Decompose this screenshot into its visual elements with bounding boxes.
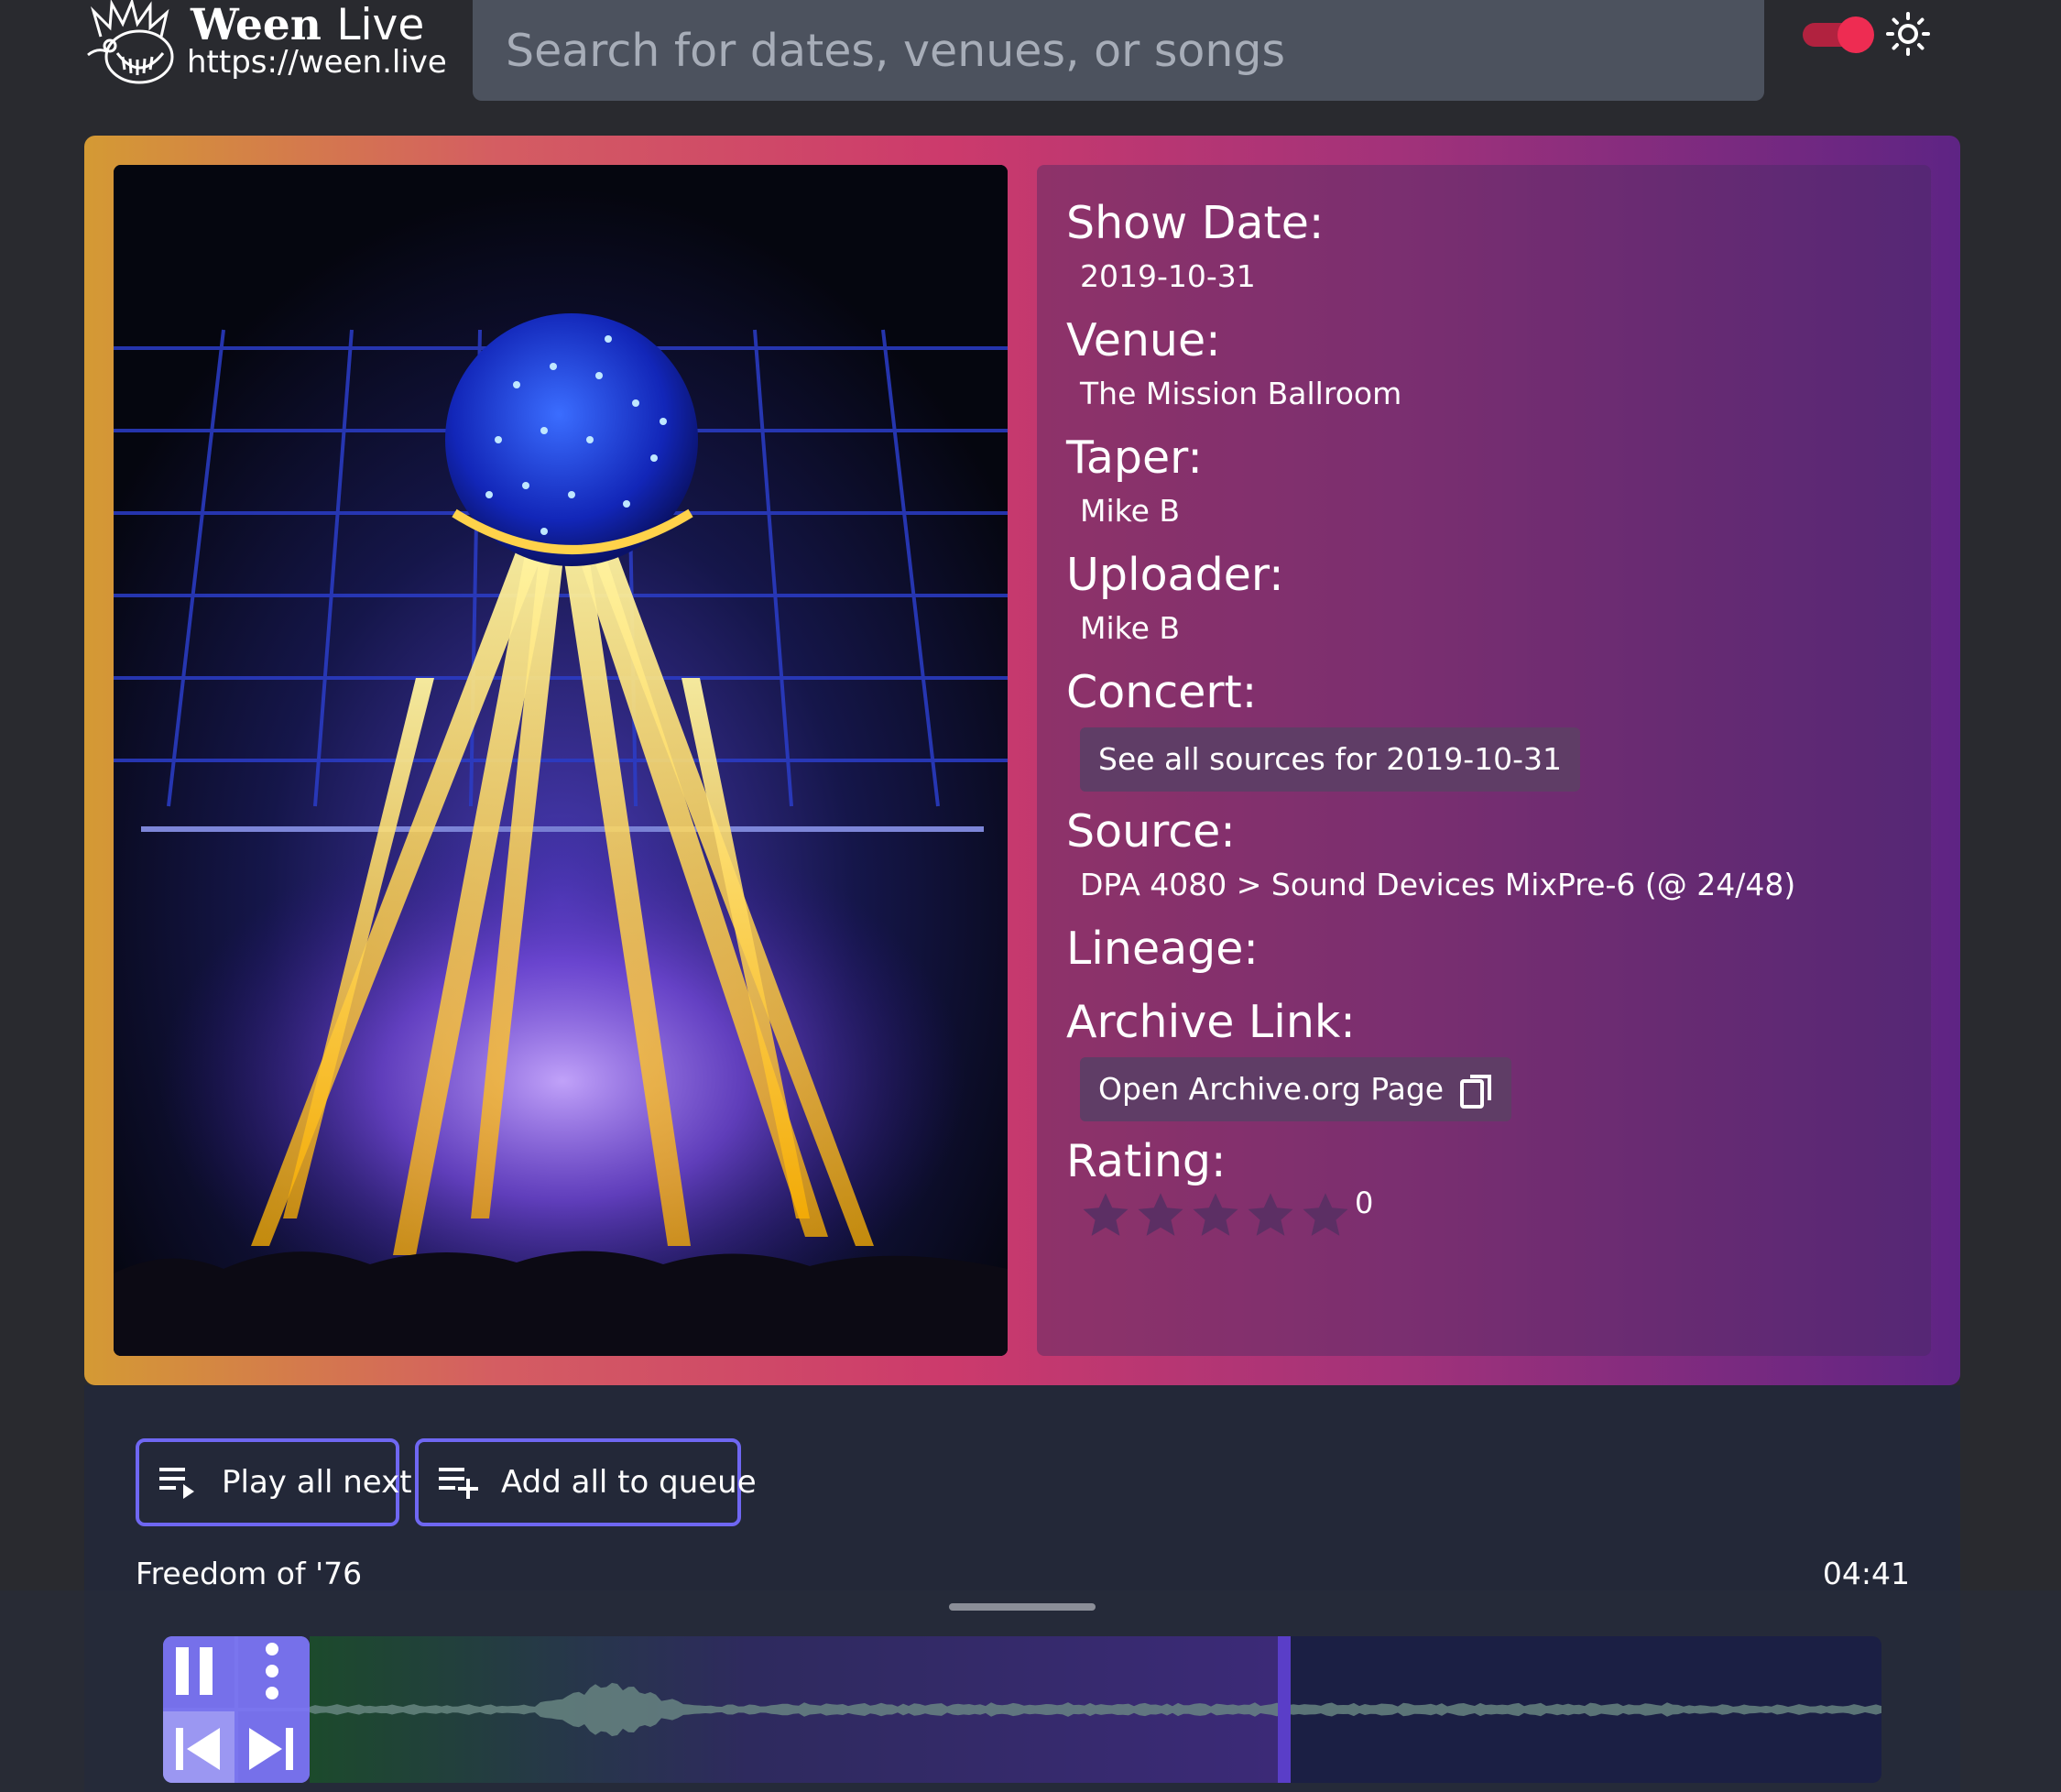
next-track-button[interactable] [238, 1711, 310, 1783]
previous-track-button[interactable] [163, 1711, 234, 1783]
taper-label: Taper: [1066, 432, 1203, 484]
waveform-seekbar[interactable] [310, 1636, 1881, 1783]
open-archive-button[interactable]: Open Archive.org Page [1080, 1057, 1512, 1121]
see-all-sources-button[interactable]: See all sources for 2019-10-31 [1080, 727, 1581, 792]
playlist-play-icon [159, 1468, 194, 1499]
sun-icon[interactable] [1885, 11, 1931, 57]
play-all-next-button[interactable]: Play all next [136, 1438, 412, 1526]
skip-previous-icon [176, 1728, 220, 1770]
lineage-label: Lineage: [1066, 923, 1259, 975]
more-options-button[interactable] [238, 1636, 310, 1708]
source-value: DPA 4080 > Sound Devices MixPre-6 (@ 24/… [1080, 867, 1796, 902]
star-icon[interactable] [1080, 1189, 1131, 1240]
venue-label: Venue: [1066, 314, 1221, 366]
pause-icon [176, 1647, 213, 1695]
pause-button[interactable] [163, 1636, 234, 1708]
search-input[interactable] [473, 0, 1764, 101]
ween-live-logo[interactable]: Ween Live https://ween.live [84, 0, 447, 92]
show-poster-image [114, 165, 1008, 1356]
logo-word-live: Live [336, 0, 425, 50]
theme-toggle[interactable] [1803, 16, 1874, 53]
logo-title: Ween Live [191, 2, 424, 49]
track-title[interactable]: Freedom of '76 [136, 1556, 362, 1592]
app-header: Ween Live https://ween.live [0, 0, 2061, 124]
skip-next-icon [249, 1728, 293, 1770]
more-vertical-icon [266, 1643, 278, 1699]
copy-icon [1460, 1074, 1492, 1109]
show-details-panel: Show Date: 2019-10-31 Venue: The Mission… [1037, 165, 1931, 1356]
star-icon[interactable] [1135, 1189, 1186, 1240]
star-icon[interactable] [1300, 1189, 1351, 1240]
logo-url: https://ween.live [187, 44, 447, 81]
uploader-value: Mike B [1080, 610, 1181, 646]
playlist-add-icon [439, 1468, 478, 1499]
audio-player [0, 1590, 2061, 1792]
show-date-value: 2019-10-31 [1080, 258, 1256, 294]
concert-label: Concert: [1066, 666, 1258, 718]
star-rating[interactable]: 0 [1080, 1186, 1374, 1240]
player-drag-handle[interactable] [949, 1603, 1096, 1611]
toggle-knob [1837, 16, 1874, 53]
uploader-label: Uploader: [1066, 549, 1284, 601]
archive-link-label: Archive Link: [1066, 996, 1356, 1048]
logo-word-ween: Ween [191, 0, 322, 50]
show-info-card: Show Date: 2019-10-31 Venue: The Mission… [84, 136, 1960, 1385]
star-icon[interactable] [1245, 1189, 1296, 1240]
star-icon[interactable] [1190, 1189, 1241, 1240]
playhead-cursor[interactable] [1278, 1636, 1291, 1783]
taper-value: Mike B [1080, 493, 1181, 529]
venue-value: The Mission Ballroom [1080, 376, 1402, 411]
source-label: Source: [1066, 805, 1236, 858]
rating-label: Rating: [1066, 1135, 1227, 1187]
player-controls [163, 1636, 310, 1783]
track-duration: 04:41 [1822, 1556, 1910, 1591]
rating-count: 0 [1355, 1186, 1374, 1220]
show-date-label: Show Date: [1066, 197, 1325, 249]
open-archive-button-label: Open Archive.org Page [1098, 1071, 1445, 1107]
add-all-to-queue-button[interactable]: Add all to queue [415, 1438, 757, 1526]
boognish-logo-icon [87, 0, 174, 84]
add-all-to-queue-label: Add all to queue [501, 1464, 757, 1501]
play-all-next-label: Play all next [222, 1464, 412, 1501]
